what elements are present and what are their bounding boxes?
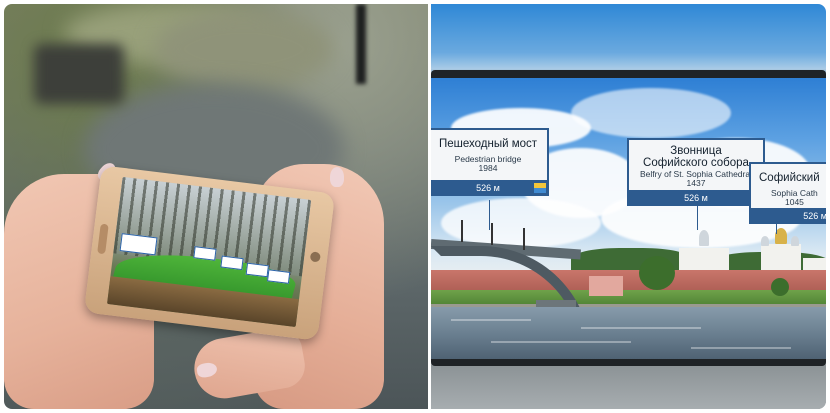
ar-label-pointer [697, 206, 698, 230]
ar-label-pointer [776, 224, 777, 234]
pink-house [589, 276, 623, 296]
ar-label-distance-text: 526 м [476, 183, 500, 193]
ar-label-year: 1984 [478, 163, 498, 173]
ar-tag [266, 269, 291, 284]
fingernail [330, 167, 344, 187]
ar-tag [220, 255, 244, 271]
ar-tag [193, 246, 217, 261]
belfry-building [679, 248, 729, 272]
dome [761, 236, 769, 246]
ar-label-sophia-cathedral[interactable]: Софийский Sophia Cath 1045 526 м [749, 162, 826, 224]
phone-camera [309, 251, 321, 263]
dome [791, 236, 799, 246]
sophia-cathedral [761, 244, 801, 272]
river-water [431, 307, 826, 359]
phone-home-button [97, 223, 109, 255]
ar-label-distance: 526 м [749, 208, 826, 224]
device-frame: Пешеходный мост Pedestrian bridge 1984 5… [431, 70, 826, 366]
ar-label-sophia-belfry[interactable]: Звонница Софийского собора Belfry of St.… [627, 138, 765, 206]
ar-label-title: Пешеходный мост [438, 138, 538, 150]
lamp-post [461, 220, 463, 242]
ar-label-distance: 526 м [431, 180, 549, 196]
ar-label-year: 1045 [785, 197, 804, 207]
device-ar-screen: Пешеходный мост Pedestrian bridge 1984 5… [431, 78, 826, 359]
background-bench [34, 44, 124, 104]
ar-label-distance-text: 526 м [803, 211, 826, 221]
ar-label-pointer [489, 200, 490, 230]
ar-label-year: 1437 [686, 178, 706, 188]
table-surface [431, 359, 826, 409]
tree [639, 256, 675, 290]
lamp-post [491, 223, 493, 245]
tree [771, 278, 789, 296]
left-photo-ar-phone [4, 4, 428, 409]
ar-label-title-line2: Софийского собора [643, 157, 749, 169]
lamp-post [523, 228, 525, 250]
dome [699, 230, 709, 246]
background-pole [356, 4, 366, 84]
ar-label-title-line1: Звонница [670, 145, 722, 157]
city-crest-icon [534, 183, 546, 193]
ar-label-title: Софийский [759, 172, 820, 184]
smartphone [83, 165, 336, 341]
ar-label-pedestrian-bridge[interactable]: Пешеходный мост Pedestrian bridge 1984 5… [431, 128, 549, 196]
phone-ar-screen [107, 176, 312, 328]
ar-tag [245, 262, 269, 278]
right-photo-ar-view: Пешеходный мост Pedestrian bridge 1984 5… [431, 4, 826, 409]
ar-label-distance-text: 526 м [684, 193, 708, 203]
ar-label-distance: 526 м [627, 190, 765, 206]
